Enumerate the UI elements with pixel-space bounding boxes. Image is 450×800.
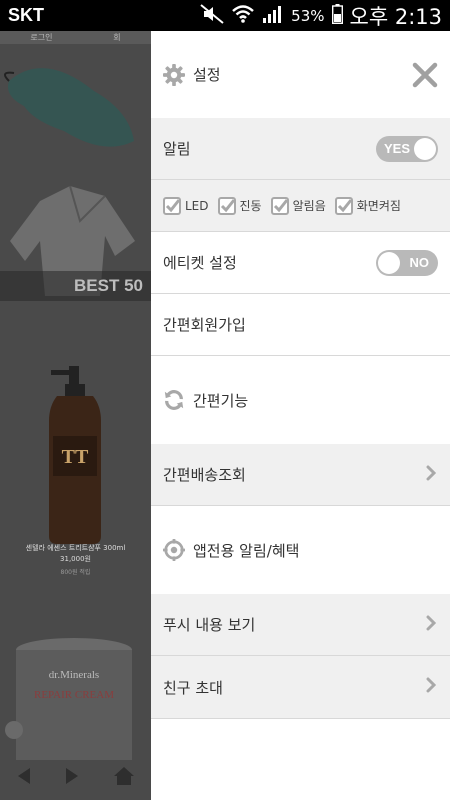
jar-title: REPAIR CREAM [34, 689, 114, 701]
checkbox-checked-icon [334, 196, 353, 215]
drawer-header: 설정 [151, 31, 450, 118]
checkbox-screen-on[interactable]: 화면켜짐 [334, 196, 401, 215]
clock: 오후 2:13 [349, 4, 442, 29]
battery-percent: 53% [291, 6, 325, 25]
checkbox-checked-icon [270, 196, 289, 215]
push-view-item[interactable]: 푸시 내용 보기 [151, 594, 450, 656]
back-arrow-icon[interactable] [16, 767, 32, 789]
wifi-icon [231, 4, 255, 28]
checkbox-checked-icon [163, 196, 181, 215]
delivery-lookup-item[interactable]: 간편배송조회 [151, 444, 450, 506]
checkbox-led[interactable]: LED [163, 196, 209, 215]
notification-row: 알림 YES [151, 118, 450, 180]
etiquette-label: 에티켓 설정 [163, 254, 237, 272]
app-alerts-header: 앱전용 알림/혜택 [151, 506, 450, 594]
settings-drawer: 설정 알림 YES LED 진동 알림음 화면켜짐 에티켓 설정 NO 간편회원… [151, 31, 450, 800]
app-alerts-label: 앱전용 알림/혜택 [193, 541, 300, 560]
etiquette-toggle[interactable]: NO [376, 249, 438, 276]
simple-signup-label: 간편회원가입 [163, 316, 246, 334]
bg-product-price: 31,000원 [60, 555, 91, 563]
checkbox-sound-label: 알림음 [292, 199, 326, 213]
jar-brand: dr.Minerals [49, 669, 99, 681]
bg-nav-bar [0, 756, 151, 800]
shampoo-bottle-image: TT [49, 366, 101, 544]
svg-text:TT: TT [62, 446, 89, 468]
toggle-knob [414, 137, 436, 160]
signal-icon [262, 4, 284, 28]
checkbox-checked-icon [217, 196, 236, 215]
checkbox-led-label: LED [185, 198, 209, 213]
bg-top-links: 로그인 회 [0, 31, 151, 44]
gear-icon [163, 63, 185, 86]
target-icon [163, 539, 185, 561]
simple-features-label: 간편기능 [193, 391, 249, 410]
refresh-icon [163, 389, 185, 411]
toggle-yes-text: YES [384, 140, 411, 156]
simple-signup-item[interactable]: 간편회원가입 [151, 294, 450, 356]
home-icon[interactable] [113, 766, 135, 790]
bg-product-points: 800원 적립 [60, 569, 91, 576]
etiquette-row: 에티켓 설정 NO [151, 232, 450, 294]
checkbox-screen-on-label: 화면켜짐 [356, 199, 401, 213]
forward-arrow-icon[interactable] [64, 767, 80, 789]
status-bar: SKT 53% 오후 2:13 [0, 0, 450, 31]
notification-toggle[interactable]: YES [376, 135, 438, 162]
toggle-no-text: NO [409, 254, 430, 270]
toggle-knob [378, 251, 400, 274]
bg-product-title: 셴텔라 에센스 트리트샴푸 300ml [25, 544, 126, 552]
chevron-right-icon [426, 677, 437, 697]
invite-friend-label: 친구 초대 [163, 678, 223, 697]
battery-icon [331, 3, 343, 28]
alert-options-row: LED 진동 알림음 화면켜짐 [151, 180, 450, 232]
drawer-title: 설정 [193, 66, 221, 84]
repair-cream-jar-image: dr.Minerals REPAIR CREAM [16, 638, 132, 760]
checkbox-vibrate[interactable]: 진동 [217, 196, 262, 215]
delivery-lookup-label: 간편배송조회 [163, 466, 246, 484]
bg-product-name: 셴텔라 에센스 트리트샴푸 300ml 31,000원 [0, 543, 151, 565]
carrier-label: SKT [8, 5, 44, 25]
checkbox-sound[interactable]: 알림음 [270, 196, 326, 215]
bg-best-banner: BEST 50 [0, 271, 151, 301]
mute-icon [200, 3, 224, 28]
background-app[interactable]: 로그인 회 BEST 50 TT 셴텔라 에센스 트리트샴푸 300ml 31,… [0, 31, 151, 800]
bg-second-link: 회 [113, 33, 121, 42]
chevron-right-icon [426, 465, 437, 485]
checkbox-vibrate-label: 진동 [239, 199, 262, 213]
push-view-label: 푸시 내용 보기 [163, 616, 256, 634]
chevron-right-icon [426, 615, 437, 635]
cosmetic-swatch-image [4, 68, 134, 147]
close-icon[interactable] [412, 62, 438, 88]
simple-features-header: 간편기능 [151, 356, 450, 444]
notification-label: 알림 [163, 140, 191, 158]
invite-friend-item[interactable]: 친구 초대 [151, 656, 450, 719]
chat-bubble-icon[interactable] [5, 721, 23, 739]
bg-login-link: 로그인 [30, 33, 53, 42]
